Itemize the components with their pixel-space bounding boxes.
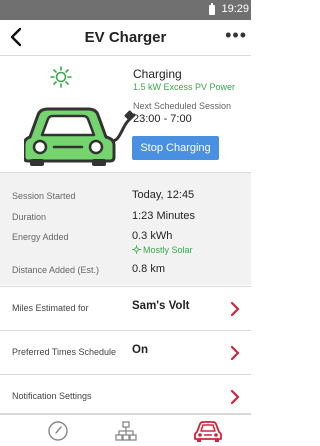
detail-label-duration: Duration xyxy=(12,212,47,222)
settings-label: Miles Estimated for xyxy=(12,303,89,313)
solar-sun-icon xyxy=(50,66,72,88)
more-options-button[interactable]: ••• xyxy=(225,26,247,44)
chevron-right-icon xyxy=(230,345,240,361)
battery-icon xyxy=(209,3,215,15)
ev-car-illustration xyxy=(24,107,136,166)
session-details: Session Started Today, 12:45 Duration 1:… xyxy=(0,173,251,285)
settings-row-notifications[interactable]: Notification Settings xyxy=(0,374,251,414)
charging-status-text: Charging xyxy=(133,67,182,81)
settings-row-miles-estimated[interactable]: Miles Estimated for Sam's Volt xyxy=(0,286,251,330)
small-sun-icon xyxy=(132,245,141,254)
page-title: EV Charger xyxy=(84,29,167,46)
next-session-label: Next Scheduled Session xyxy=(133,101,232,111)
detail-label-distance-added: Distance Added (Est.) xyxy=(12,265,100,275)
status-time: 19:29 xyxy=(221,3,249,15)
detail-label-session-started: Session Started xyxy=(12,191,76,201)
status-bar: 19:29 xyxy=(0,0,251,20)
settings-label: Notification Settings xyxy=(12,391,92,401)
tab-bar xyxy=(0,414,251,446)
detail-label-energy-added: Energy Added xyxy=(12,232,69,242)
detail-value-duration: 1:23 Minutes xyxy=(132,210,195,222)
settings-value: Sam's Volt xyxy=(132,300,190,312)
settings-value: On xyxy=(132,344,148,356)
next-session-time: 23:00 - 7:00 xyxy=(133,113,192,125)
network-icon[interactable] xyxy=(114,419,138,443)
detail-note-mostly-solar: Mostly Solar xyxy=(143,245,193,255)
charging-source-text: 1.5 kW Excess PV Power xyxy=(133,82,236,92)
settings-label: Preferred Times Schedule xyxy=(12,347,117,357)
charging-status-panel: Charging 1.5 kW Excess PV Power Next Sch… xyxy=(0,57,251,172)
chevron-right-icon xyxy=(230,389,240,405)
nav-bar: EV Charger ••• xyxy=(0,20,251,56)
detail-value-session-started: Today, 12:45 xyxy=(132,189,195,201)
car-icon[interactable] xyxy=(194,419,222,443)
chevron-right-icon xyxy=(230,301,240,317)
gauge-icon[interactable] xyxy=(46,419,70,443)
detail-value-distance-added: 0.8 km xyxy=(132,263,166,275)
stop-charging-button[interactable]: Stop Charging xyxy=(132,136,219,160)
settings-row-preferred-times[interactable]: Preferred Times Schedule On xyxy=(0,330,251,374)
detail-value-energy-added: 0.3 kWh xyxy=(132,230,173,242)
